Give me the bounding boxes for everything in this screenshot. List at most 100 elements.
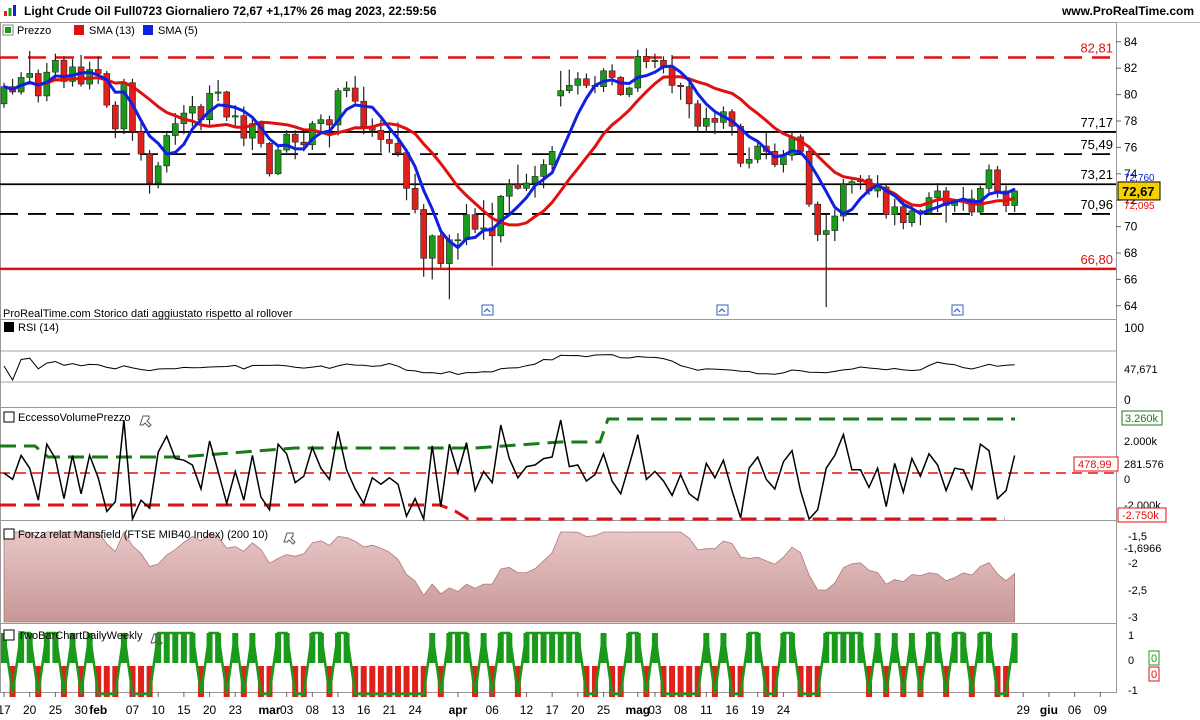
tbc-bar bbox=[103, 666, 110, 697]
candle-body bbox=[548, 151, 556, 165]
candle-body bbox=[154, 165, 162, 184]
event-marker-icon[interactable] bbox=[951, 304, 964, 316]
price-panel[interactable]: 82,81 77,17 75,49 73,21 70,96 66,80 84 82 80 78 7… bbox=[0, 24, 1161, 320]
sma13-legend-icon bbox=[74, 25, 84, 35]
tbc-bar bbox=[669, 666, 676, 697]
candle-body bbox=[557, 90, 565, 97]
tbc-bar bbox=[369, 666, 376, 697]
tbc-bar bbox=[549, 633, 556, 663]
sma5-value: 72,760 bbox=[1124, 173, 1155, 184]
legend-sma13: SMA (13) bbox=[89, 25, 135, 37]
x-tick-label: 03 bbox=[280, 703, 294, 717]
sma5-line bbox=[3, 64, 1016, 250]
rsi-value: 47,671 bbox=[1124, 364, 1158, 376]
candle-body bbox=[814, 203, 821, 235]
x-tick-label: 10 bbox=[151, 703, 165, 717]
x-axis: 17 20 25 30 feb 07 10 15 20 23 mar 03 08 13 16 21 24 apr 0… bbox=[0, 692, 1107, 717]
price-tick-label: 82 bbox=[1124, 61, 1138, 75]
tbc-panel[interactable]: TwoBarChartDailyWeekly 1 0 -1 0 0 bbox=[1, 629, 1160, 697]
x-tick-label: 08 bbox=[674, 703, 688, 717]
rsi-panel[interactable]: RSI (14) 100 0 47,671 bbox=[0, 321, 1158, 407]
x-tick-label: 11 bbox=[700, 703, 713, 717]
x-tick-label: 06 bbox=[1068, 703, 1082, 717]
mansfield-label: Forza relat Mansfield (FTSE MIB40 Index)… bbox=[18, 529, 268, 541]
evp-lower-band bbox=[0, 503, 1005, 521]
x-tick-label: 23 bbox=[229, 703, 243, 717]
candle-body bbox=[711, 118, 719, 123]
wrench-icon[interactable] bbox=[139, 415, 152, 428]
candle-body bbox=[651, 59, 659, 62]
price-tick-label: 76 bbox=[1124, 140, 1138, 154]
price-level-label: 82,81 bbox=[1080, 41, 1113, 56]
x-tick-label: 09 bbox=[1094, 703, 1108, 717]
x-tick-label: 25 bbox=[597, 703, 611, 717]
mansfield-tick-2: -2 bbox=[1128, 558, 1138, 570]
price-level-label: 77,17 bbox=[1080, 115, 1113, 130]
candle-body bbox=[171, 123, 179, 136]
candle-body bbox=[617, 77, 624, 95]
tbc-bar bbox=[566, 633, 573, 663]
tbc-bar bbox=[848, 633, 855, 663]
mansfield-value: -1,6966 bbox=[1124, 543, 1161, 555]
candle-body bbox=[146, 153, 153, 184]
candle-body bbox=[685, 86, 693, 105]
evp-legend-icon bbox=[3, 411, 15, 423]
bar-chart-icon bbox=[4, 5, 16, 16]
x-tick-label: 13 bbox=[331, 703, 345, 717]
tbc-bar bbox=[557, 633, 564, 663]
x-tick-label: 17 bbox=[0, 703, 11, 717]
candle-body bbox=[643, 56, 650, 62]
rsi-line bbox=[3, 354, 1015, 382]
candle-body bbox=[428, 235, 436, 259]
x-tick-label: 21 bbox=[383, 703, 397, 717]
x-tick-label: 29 bbox=[1017, 703, 1031, 717]
price-tick-label: 78 bbox=[1124, 114, 1138, 128]
candle-body bbox=[822, 230, 830, 235]
candle-body bbox=[754, 145, 762, 160]
rsi-tick-0: 0 bbox=[1124, 393, 1131, 407]
candle-body bbox=[52, 59, 59, 73]
evp-panel[interactable]: EccessoVolumePrezzo 3.260k 2.000k 478,99… bbox=[0, 410, 1167, 523]
tbc-bar bbox=[540, 633, 547, 663]
sma5-legend-icon bbox=[143, 25, 153, 35]
legend-sma5: SMA (5) bbox=[158, 25, 198, 37]
candle-body bbox=[120, 82, 128, 130]
event-marker-icon[interactable] bbox=[716, 304, 729, 316]
x-tick-label: 16 bbox=[725, 703, 739, 717]
event-marker-icon[interactable] bbox=[481, 304, 494, 316]
candle-body bbox=[351, 87, 359, 102]
candle-body bbox=[506, 184, 513, 197]
candle-body bbox=[411, 188, 419, 210]
tbc-bar bbox=[806, 666, 813, 697]
chart-title: Light Crude Oil Full0723 Giornaliero 72,… bbox=[24, 4, 437, 18]
candle-body bbox=[985, 169, 993, 189]
evp-tick-2000: 2.000k bbox=[1124, 436, 1158, 448]
mansfield-tick-4: -3 bbox=[1128, 612, 1138, 624]
price-tick-label: 80 bbox=[1124, 88, 1138, 102]
tbc-bar bbox=[172, 633, 179, 663]
x-tick-label: 16 bbox=[357, 703, 371, 717]
panel-frame bbox=[0, 319, 1117, 408]
candle-body bbox=[531, 176, 539, 184]
mansfield-panel[interactable]: Forza relat Mansfield (FTSE MIB40 Index)… bbox=[3, 528, 1161, 624]
panel-frame bbox=[0, 407, 1117, 521]
candle-body bbox=[471, 214, 479, 230]
candle-body bbox=[274, 149, 282, 175]
candle-body bbox=[600, 70, 607, 87]
candle-body bbox=[112, 104, 119, 130]
legend-price: Prezzo bbox=[17, 25, 51, 37]
x-tick-label: 06 bbox=[486, 703, 500, 717]
price-legend: Prezzo SMA (13) SMA (5) bbox=[2, 24, 198, 37]
tbc-bar bbox=[532, 633, 539, 663]
wrench-icon[interactable] bbox=[283, 532, 296, 545]
candle-body bbox=[523, 182, 530, 189]
x-tick-label: 15 bbox=[177, 703, 191, 717]
chart-area[interactable]: 82,81 77,17 75,49 73,21 70,96 66,80 84 82 80 78 7… bbox=[0, 22, 1200, 720]
candle-body bbox=[625, 87, 633, 95]
x-tick-label: giu bbox=[1040, 703, 1058, 717]
x-tick-label: 07 bbox=[126, 703, 140, 717]
tbc-bar bbox=[163, 633, 170, 663]
candle-body bbox=[703, 118, 710, 127]
tbc-bar bbox=[394, 666, 401, 697]
site-link[interactable]: www.ProRealTime.com bbox=[1062, 4, 1194, 18]
